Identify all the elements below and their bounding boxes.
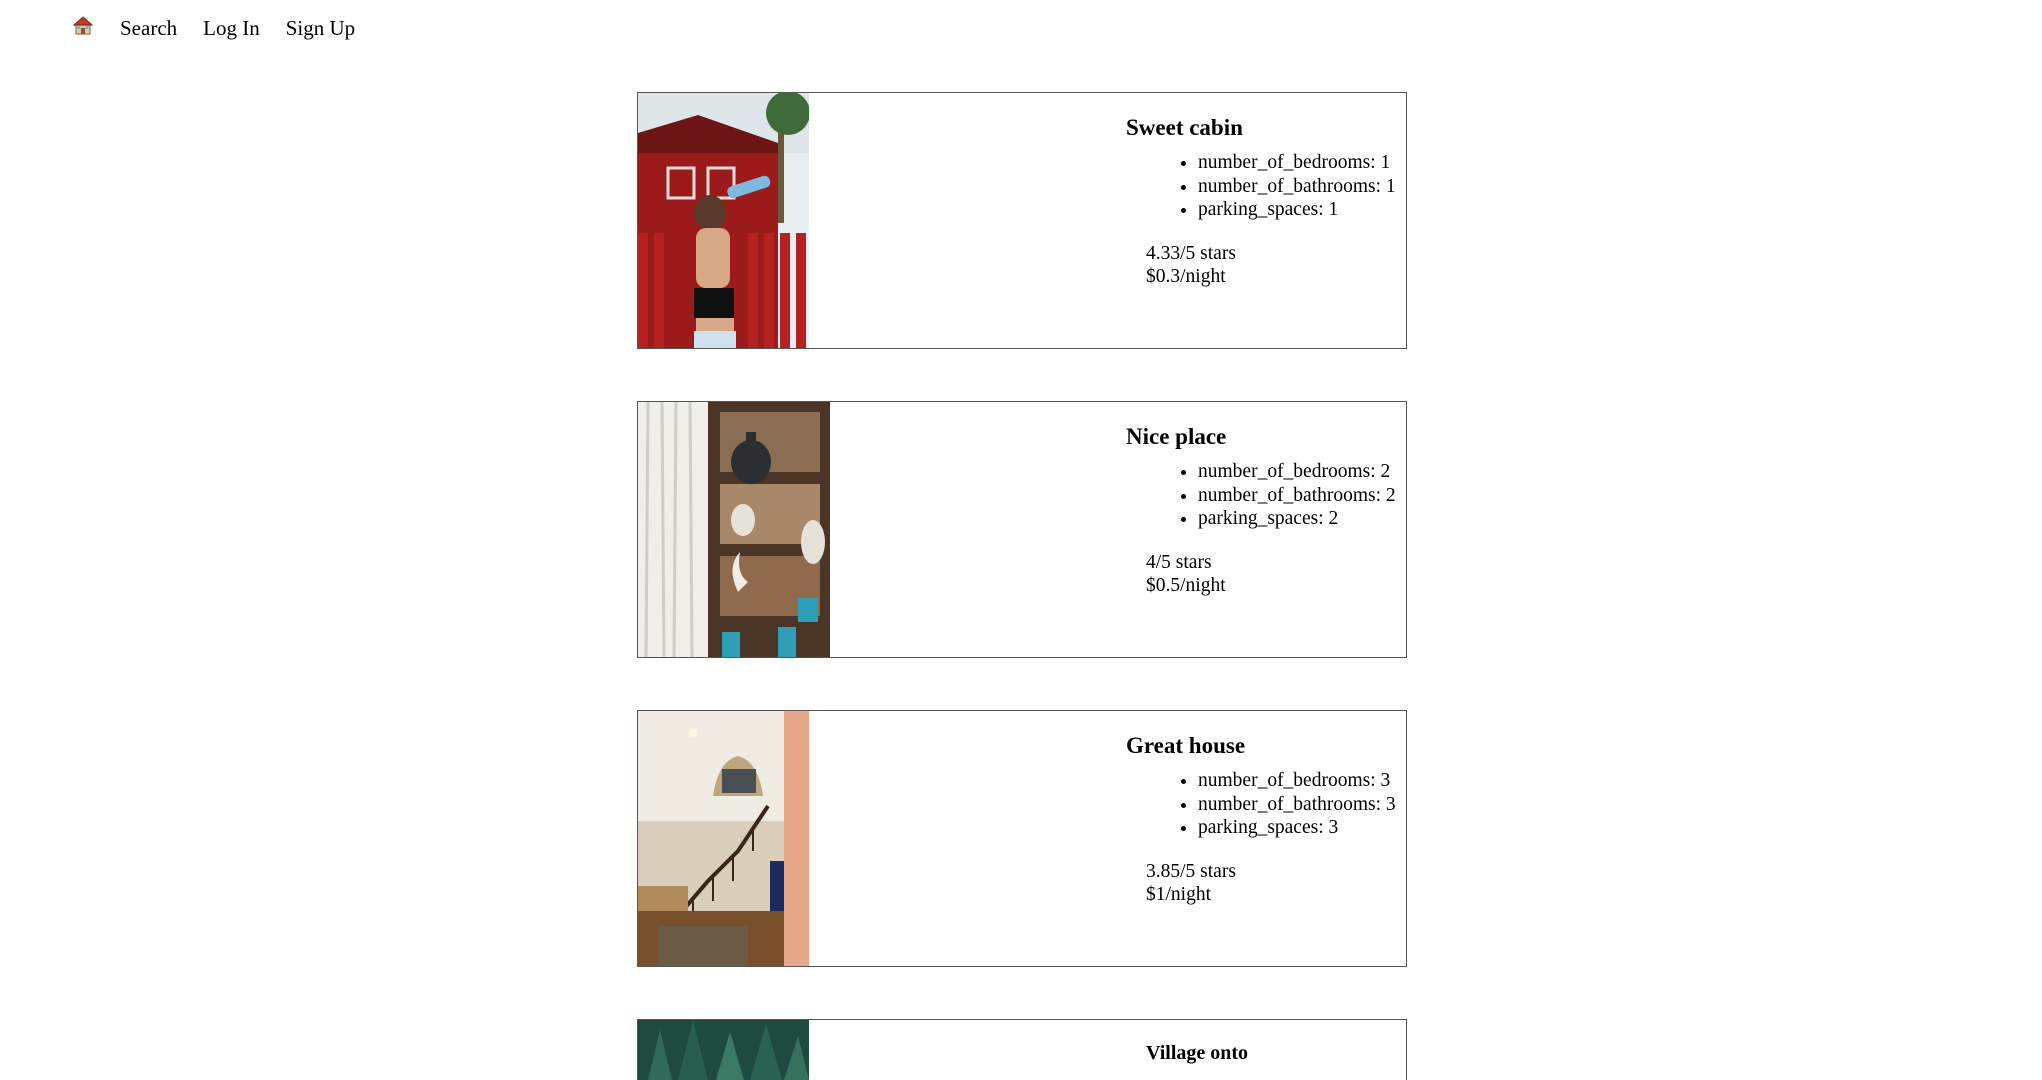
feature-bathrooms: number_of_bathrooms: 3 — [1198, 793, 1406, 817]
listing-title[interactable]: Great house — [1126, 733, 1406, 759]
listing-photo — [638, 93, 809, 348]
listing-card[interactable]: Sweet cabin number_of_bedrooms: 1 number… — [637, 92, 1407, 349]
listing-card[interactable]: Great house number_of_bedrooms: 3 number… — [637, 710, 1407, 967]
listing-title[interactable]: Village onto — [1146, 1042, 1406, 1065]
listing-info: Nice place number_of_bedrooms: 2 number_… — [1126, 424, 1406, 598]
house-icon — [72, 16, 94, 35]
login-link[interactable]: Log In — [203, 16, 260, 41]
listing-card[interactable]: Village onto — [637, 1019, 1407, 1080]
signup-link[interactable]: Sign Up — [286, 16, 355, 41]
listing-title[interactable]: Nice place — [1126, 424, 1406, 450]
feature-bedrooms: number_of_bedrooms: 3 — [1198, 769, 1406, 793]
home-link[interactable] — [72, 14, 94, 42]
feature-parking: parking_spaces: 1 — [1198, 198, 1406, 222]
feature-parking: parking_spaces: 2 — [1198, 507, 1406, 531]
feature-bathrooms: number_of_bathrooms: 1 — [1198, 175, 1406, 199]
feature-bedrooms: number_of_bedrooms: 1 — [1198, 151, 1406, 175]
listings-list: Sweet cabin number_of_bedrooms: 1 number… — [637, 92, 1407, 1080]
listing-photo — [638, 402, 830, 657]
feature-bedrooms: number_of_bedrooms: 2 — [1198, 460, 1406, 484]
listing-photo — [638, 1020, 809, 1080]
listing-price: $0.3/night — [1146, 266, 1226, 287]
listing-photo — [638, 711, 809, 966]
listing-rating: 4.33/5 stars — [1146, 242, 1236, 264]
listing-stats: 4.33/5 stars $0.3/night — [1126, 242, 1406, 289]
listing-features: number_of_bedrooms: 3 number_of_bathroom… — [1126, 769, 1406, 840]
search-link[interactable]: Search — [120, 16, 177, 41]
listing-stats: 4/5 stars $0.5/night — [1126, 551, 1406, 598]
listing-rating: 3.85/5 stars — [1146, 860, 1236, 882]
feature-bathrooms: number_of_bathrooms: 2 — [1198, 484, 1406, 508]
listing-title[interactable]: Sweet cabin — [1126, 115, 1406, 141]
listing-features: number_of_bedrooms: 2 number_of_bathroom… — [1126, 460, 1406, 531]
listing-price: $1/night — [1146, 884, 1212, 905]
listing-card[interactable]: Nice place number_of_bedrooms: 2 number_… — [637, 401, 1407, 658]
listing-price: $0.5/night — [1146, 575, 1226, 596]
listing-info: Sweet cabin number_of_bedrooms: 1 number… — [1126, 115, 1406, 289]
top-nav: Search Log In Sign Up — [72, 14, 355, 42]
listing-rating: 4/5 stars — [1146, 551, 1212, 573]
listing-stats: 3.85/5 stars $1/night — [1126, 860, 1406, 907]
listing-info: Village onto — [1126, 1042, 1406, 1075]
feature-parking: parking_spaces: 3 — [1198, 816, 1406, 840]
listing-info: Great house number_of_bedrooms: 3 number… — [1126, 733, 1406, 907]
listing-features: number_of_bedrooms: 1 number_of_bathroom… — [1126, 151, 1406, 222]
